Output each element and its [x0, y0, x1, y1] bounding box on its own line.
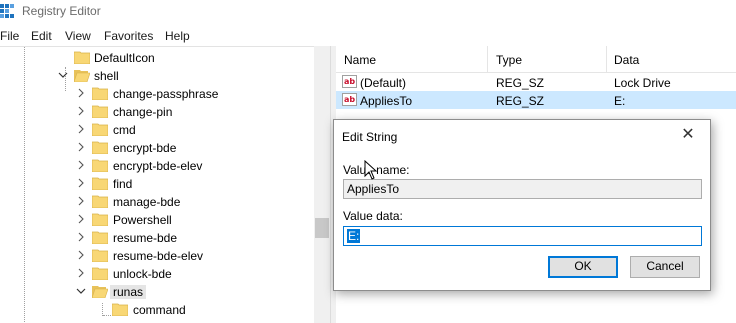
tree-item-label: DefaultIcon — [94, 51, 155, 65]
column-divider[interactable] — [487, 46, 488, 73]
chevron-right-icon[interactable] — [76, 212, 86, 226]
folder-icon — [92, 87, 108, 100]
value-data-input[interactable]: E: — [343, 226, 702, 246]
menu-view[interactable]: View — [65, 29, 91, 43]
chevron-right-icon[interactable] — [76, 122, 86, 136]
folder-icon — [92, 231, 108, 244]
tree-item-resume-bde-elev[interactable]: resume-bde-elev — [0, 247, 314, 265]
folder-open-icon — [92, 286, 108, 298]
folder-open-icon — [74, 70, 90, 82]
tree-item-find[interactable]: find — [0, 175, 314, 193]
column-header-data[interactable]: Data — [614, 53, 639, 67]
tree-item-label: encrypt-bde — [113, 141, 177, 155]
window-title: Registry Editor — [22, 4, 101, 18]
menu-edit[interactable]: Edit — [31, 29, 52, 43]
value-name-field[interactable]: AppliesTo — [343, 179, 702, 199]
column-header-name[interactable]: Name — [344, 53, 376, 67]
tree-item-shell[interactable]: shell — [0, 67, 314, 85]
list-row-appliesto[interactable]: ab AppliesTo REG_SZ E: — [336, 91, 736, 109]
tree-item-label: command — [133, 303, 186, 317]
tree-item-manage-bde[interactable]: manage-bde — [0, 193, 314, 211]
scrollbar-thumb[interactable] — [315, 218, 329, 238]
value-name: AppliesTo — [360, 94, 413, 108]
tree-item-cmd[interactable]: cmd — [0, 121, 314, 139]
value-data-text: E: — [347, 229, 361, 243]
folder-icon — [92, 195, 108, 208]
folder-icon — [112, 303, 128, 316]
menu-file[interactable]: File — [0, 29, 19, 43]
chevron-right-icon[interactable] — [76, 266, 86, 280]
folder-icon — [92, 159, 108, 172]
string-value-icon: ab — [342, 75, 357, 88]
folder-icon — [92, 105, 108, 118]
close-icon[interactable]: ✕ — [678, 125, 698, 145]
tree-item-encrypt-bde-elev[interactable]: encrypt-bde-elev — [0, 157, 314, 175]
value-data: E: — [614, 94, 626, 108]
tree-item-label: shell — [94, 69, 119, 83]
cancel-button[interactable]: Cancel — [630, 256, 700, 278]
list-row-default[interactable]: ab (Default) REG_SZ Lock Drive — [336, 73, 736, 91]
tree-item-change-passphrase[interactable]: change-passphrase — [0, 85, 314, 103]
string-value-icon: ab — [342, 93, 357, 106]
tree-item-label: unlock-bde — [113, 267, 172, 281]
registry-editor-icon — [0, 4, 14, 18]
column-header-type[interactable]: Type — [496, 53, 522, 67]
registry-tree[interactable]: DefaultIcon shell change-passphrase chan… — [0, 46, 330, 323]
chevron-right-icon[interactable] — [76, 248, 86, 262]
tree-item-label: cmd — [113, 123, 136, 137]
mouse-cursor-icon — [364, 160, 378, 180]
value-data: Lock Drive — [614, 76, 671, 90]
chevron-right-icon[interactable] — [76, 158, 86, 172]
menu-bar: File Edit View Favorites Help — [0, 27, 736, 47]
folder-icon — [92, 267, 108, 280]
list-header: Name Type Data — [336, 46, 736, 73]
folder-icon — [92, 123, 108, 136]
tree-item-runas[interactable]: runas — [0, 283, 314, 301]
tree-item-command[interactable]: command — [0, 301, 314, 319]
chevron-right-icon[interactable] — [76, 230, 86, 244]
chevron-down-icon[interactable] — [76, 284, 86, 298]
tree-item-unlock-bde[interactable]: unlock-bde — [0, 265, 314, 283]
chevron-right-icon[interactable] — [76, 194, 86, 208]
tree-item-encrypt-bde[interactable]: encrypt-bde — [0, 139, 314, 157]
value-type: REG_SZ — [496, 76, 545, 90]
chevron-right-icon[interactable] — [76, 176, 86, 190]
value-type: REG_SZ — [496, 94, 545, 108]
value-data-label: Value data: — [343, 209, 403, 223]
menu-help[interactable]: Help — [165, 29, 190, 43]
tree-item-label: change-pin — [113, 105, 173, 119]
ok-button[interactable]: OK — [548, 256, 618, 278]
tree-item-label: manage-bde — [113, 195, 181, 209]
folder-icon — [74, 51, 90, 64]
chevron-right-icon[interactable] — [76, 86, 86, 100]
title-bar: Registry Editor — [0, 0, 736, 25]
column-divider[interactable] — [606, 46, 607, 73]
tree-item-label: resume-bde-elev — [113, 249, 204, 263]
chevron-down-icon[interactable] — [58, 68, 68, 82]
value-name: (Default) — [360, 76, 407, 90]
dialog-title: Edit String — [342, 130, 398, 144]
tree-item-resume-bde[interactable]: resume-bde — [0, 229, 314, 247]
chevron-right-icon[interactable] — [76, 140, 86, 154]
folder-icon — [92, 177, 108, 190]
edit-string-dialog: Edit String ✕ Value name: AppliesTo Valu… — [333, 119, 711, 291]
tree-scrollbar[interactable] — [314, 46, 330, 323]
tree-item-label: encrypt-bde-elev — [113, 159, 203, 173]
tree-item-label: Powershell — [113, 213, 172, 227]
chevron-right-icon[interactable] — [76, 104, 86, 118]
tree-item-powershell[interactable]: Powershell — [0, 211, 314, 229]
tree-item-defaulticon[interactable]: DefaultIcon — [0, 49, 314, 67]
folder-icon — [92, 213, 108, 226]
folder-icon — [92, 249, 108, 262]
tree-item-label: runas — [110, 285, 147, 299]
tree-item-change-pin[interactable]: change-pin — [0, 103, 314, 121]
tree-item-label: find — [113, 177, 133, 191]
tree-item-label: change-passphrase — [113, 87, 219, 101]
tree-item-label: resume-bde — [113, 231, 178, 245]
menu-favorites[interactable]: Favorites — [104, 29, 153, 43]
folder-icon — [92, 141, 108, 154]
